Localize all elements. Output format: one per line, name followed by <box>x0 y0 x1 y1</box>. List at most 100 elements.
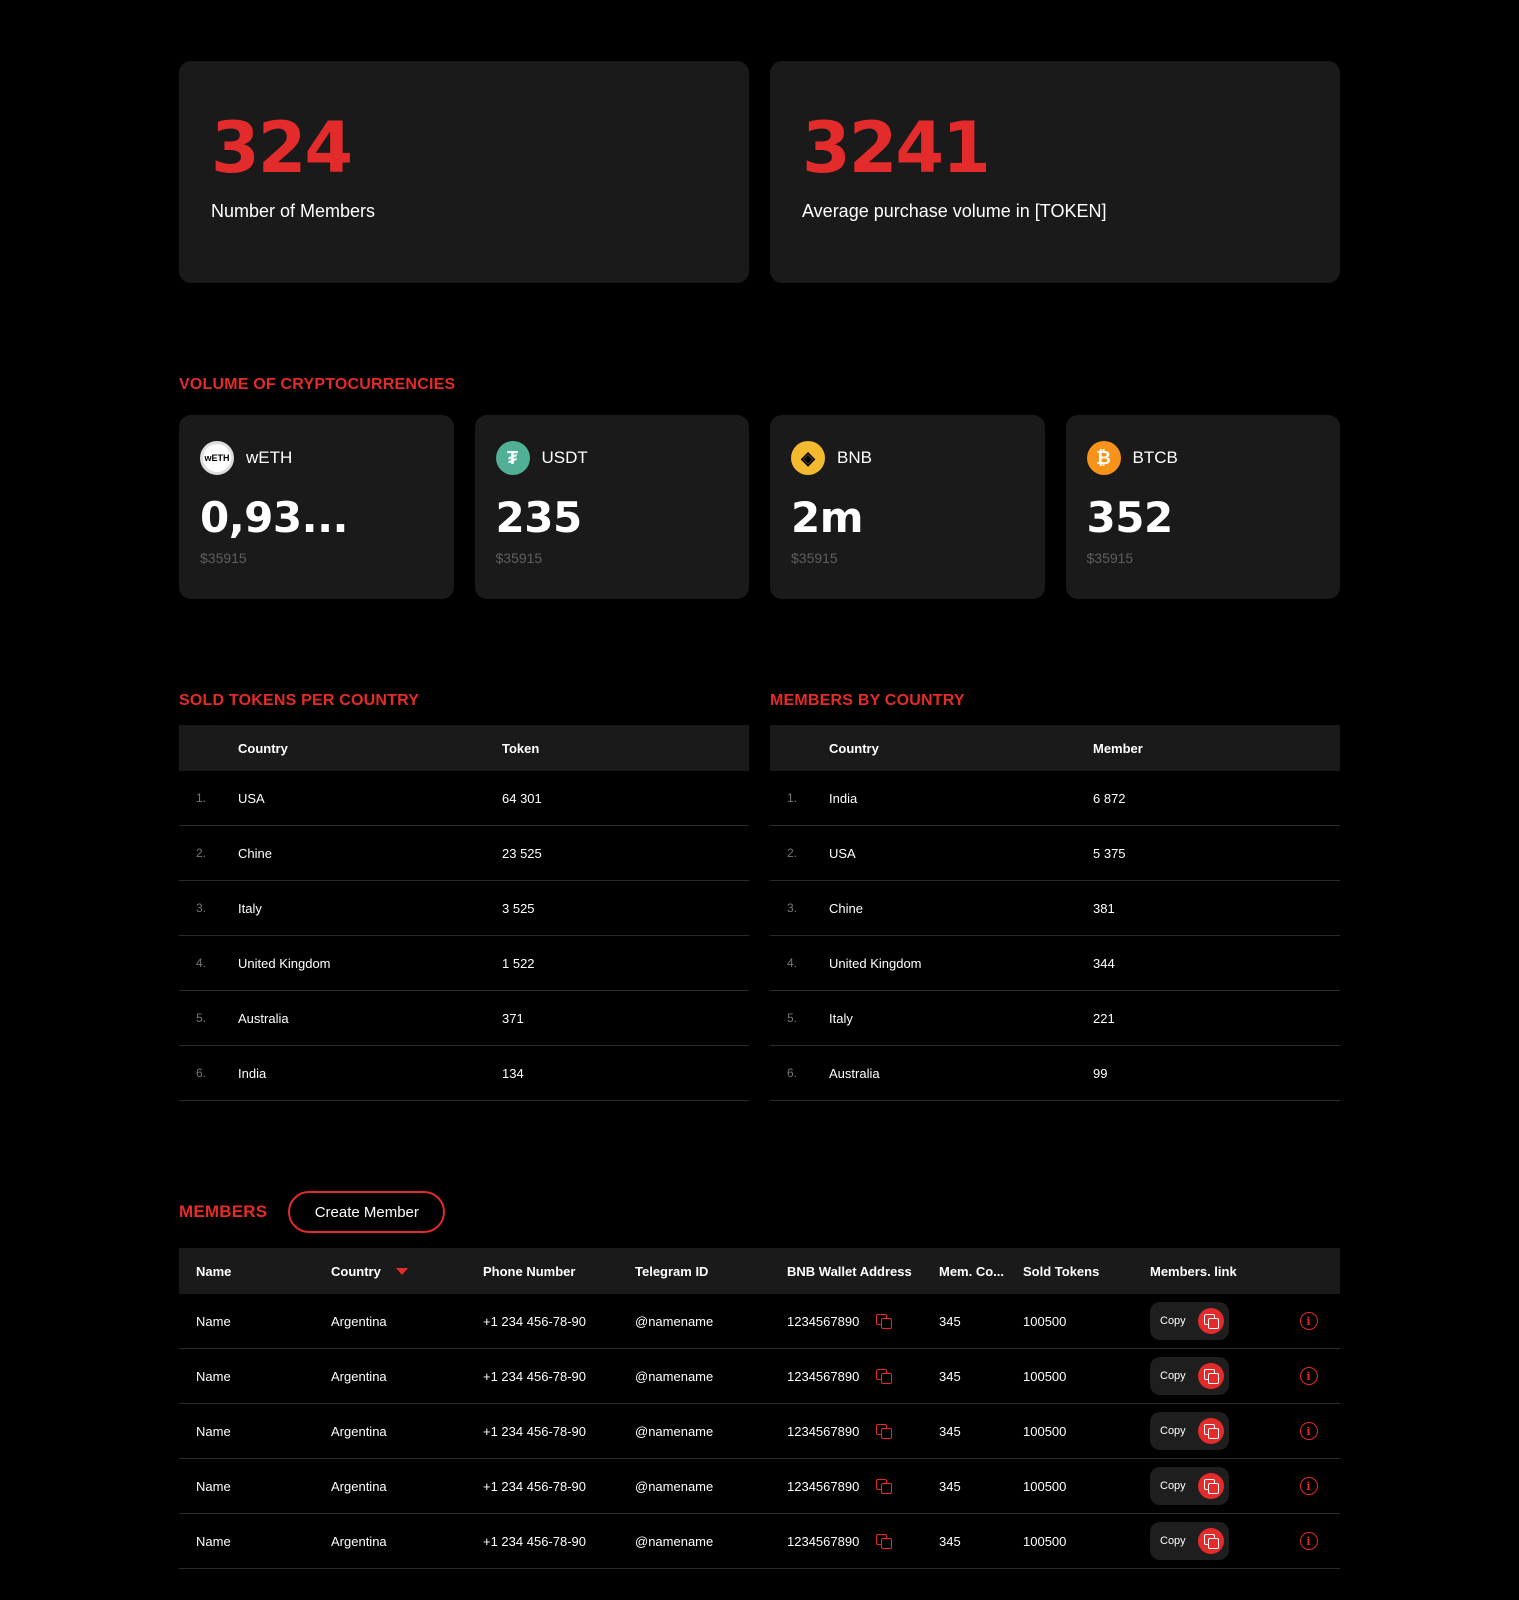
copy-icon[interactable] <box>876 1314 893 1329</box>
table-row: 4. United Kingdom 1 522 <box>179 936 749 991</box>
bnb-icon: ◈ <box>791 441 825 475</box>
row-value: 3 525 <box>502 900 535 916</box>
member-name: Name <box>196 1478 231 1494</box>
row-value: 371 <box>502 1010 524 1026</box>
row-value: 381 <box>1093 900 1115 916</box>
header-token: Token <box>502 740 540 756</box>
header-sold-tokens[interactable]: Sold Tokens <box>1023 1264 1150 1279</box>
member-phone: +1 234 456-78-90 <box>483 1423 587 1439</box>
member-link-cell: Copy <box>1150 1467 1277 1505</box>
table-row: 4. United Kingdom 344 <box>770 936 1340 991</box>
crypto-section-title: VOLUME OF CRYPTOCURRENCIES <box>179 376 456 393</box>
member-sold-tokens: 100500 <box>1023 1313 1067 1329</box>
row-value: 1 522 <box>502 955 535 971</box>
wallet-address: 1234567890 <box>787 1478 860 1494</box>
header-wallet[interactable]: BNB Wallet Address <box>787 1264 939 1279</box>
sold-tokens-table: SOLD TOKENS PER COUNTRY Country Token 1.… <box>179 692 749 1101</box>
crypto-card-weth: wETH wETH 0,93... $35915 <box>179 415 454 599</box>
header-telegram[interactable]: Telegram ID <box>635 1264 787 1279</box>
copy-icon[interactable] <box>876 1369 893 1384</box>
row-index: 4. <box>787 956 798 970</box>
info-icon[interactable]: i <box>1299 1422 1318 1440</box>
member-link-cell: Copy <box>1150 1302 1277 1340</box>
member-mem-co: 345 <box>939 1313 961 1329</box>
row-value: 64 301 <box>502 790 542 806</box>
row-country: Australia <box>829 1065 880 1081</box>
sold-tokens-title: SOLD TOKENS PER COUNTRY <box>179 692 420 709</box>
info-cell: i <box>1277 1367 1340 1385</box>
row-index: 3. <box>787 901 798 915</box>
header-phone[interactable]: Phone Number <box>483 1264 635 1279</box>
header-mem-co[interactable]: Mem. Co... <box>939 1264 1023 1279</box>
info-cell: i <box>1277 1477 1340 1495</box>
row-value: 344 <box>1093 955 1115 971</box>
wallet-address: 1234567890 <box>787 1368 860 1384</box>
member-phone: +1 234 456-78-90 <box>483 1478 587 1494</box>
member-telegram: @namename <box>635 1478 714 1494</box>
copy-icon[interactable] <box>876 1534 893 1549</box>
row-country: Chine <box>829 900 863 916</box>
table-row: Name Argentina +1 234 456-78-90 @namenam… <box>179 1459 1340 1514</box>
members-by-country-title: MEMBERS BY COUNTRY <box>770 692 965 709</box>
copy-icon[interactable] <box>876 1479 893 1494</box>
crypto-card-usdt: ₮ USDT 235 $35915 <box>474 415 749 599</box>
sort-down-icon[interactable] <box>395 1267 408 1275</box>
info-icon[interactable]: i <box>1299 1367 1318 1385</box>
stat-value: 3241 <box>802 107 991 189</box>
row-country: India <box>829 790 858 806</box>
member-wallet: 1234567890 <box>787 1479 939 1494</box>
member-mem-co: 345 <box>939 1478 961 1494</box>
coin-name: USDT <box>541 448 588 467</box>
row-index: 1. <box>787 791 798 805</box>
member-mem-co: 345 <box>939 1368 961 1384</box>
member-phone: +1 234 456-78-90 <box>483 1313 587 1329</box>
btcb-icon: ₿ <box>1086 441 1121 475</box>
table-header: Country Token <box>179 725 749 771</box>
copy-icon <box>1198 1418 1224 1444</box>
row-value: 23 525 <box>502 845 542 861</box>
wallet-address: 1234567890 <box>787 1423 860 1439</box>
copy-link-button[interactable]: Copy <box>1150 1412 1229 1450</box>
member-link-cell: Copy <box>1150 1357 1277 1395</box>
header-country-sort[interactable]: Country <box>331 1264 483 1279</box>
table-header: Country Member <box>770 725 1340 771</box>
copy-link-button[interactable]: Copy <box>1150 1302 1229 1340</box>
copy-link-button[interactable]: Copy <box>1150 1467 1229 1505</box>
info-icon[interactable]: i <box>1299 1312 1318 1330</box>
member-name: Name <box>196 1423 231 1439</box>
member-telegram: @namename <box>635 1368 714 1384</box>
coin-amount: 0,93... <box>200 493 348 542</box>
copy-label: Copy <box>1160 1480 1186 1492</box>
stat-value: 324 <box>211 107 353 189</box>
member-sold-tokens: 100500 <box>1023 1478 1067 1494</box>
row-country: USA <box>829 845 856 861</box>
members-table: Name Country Phone Number Telegram ID BN… <box>179 1248 1340 1569</box>
row-country: USA <box>238 790 265 806</box>
row-country: United Kingdom <box>829 955 922 971</box>
row-country: Italy <box>829 1010 853 1026</box>
info-icon[interactable]: i <box>1299 1532 1318 1550</box>
table-row: 1. USA 64 301 <box>179 771 749 826</box>
header-name[interactable]: Name <box>179 1264 331 1279</box>
copy-link-button[interactable]: Copy <box>1150 1357 1229 1395</box>
create-member-button[interactable]: Create Member <box>288 1191 446 1233</box>
crypto-card-header: ◈ BNB <box>791 441 1024 475</box>
member-telegram: @namename <box>635 1423 714 1439</box>
row-index: 6. <box>787 1066 798 1080</box>
member-name: Name <box>196 1533 231 1549</box>
info-cell: i <box>1277 1312 1340 1330</box>
info-icon[interactable]: i <box>1299 1477 1318 1495</box>
header-members-link[interactable]: Members. link <box>1150 1264 1277 1279</box>
member-country: Argentina <box>331 1478 387 1494</box>
crypto-cards-row: wETH wETH 0,93... $35915 ₮ USDT 235 $359… <box>179 415 1340 599</box>
row-index: 2. <box>787 846 798 860</box>
copy-link-button[interactable]: Copy <box>1150 1522 1229 1560</box>
row-index: 4. <box>196 956 207 970</box>
member-phone: +1 234 456-78-90 <box>483 1533 587 1549</box>
crypto-card-bnb: ◈ BNB 2m $35915 <box>770 415 1045 599</box>
member-country: Argentina <box>331 1533 387 1549</box>
copy-icon[interactable] <box>876 1424 893 1439</box>
usdt-icon: ₮ <box>495 441 530 475</box>
row-index: 3. <box>196 901 207 915</box>
coin-usd-value: $35915 <box>1086 550 1134 566</box>
